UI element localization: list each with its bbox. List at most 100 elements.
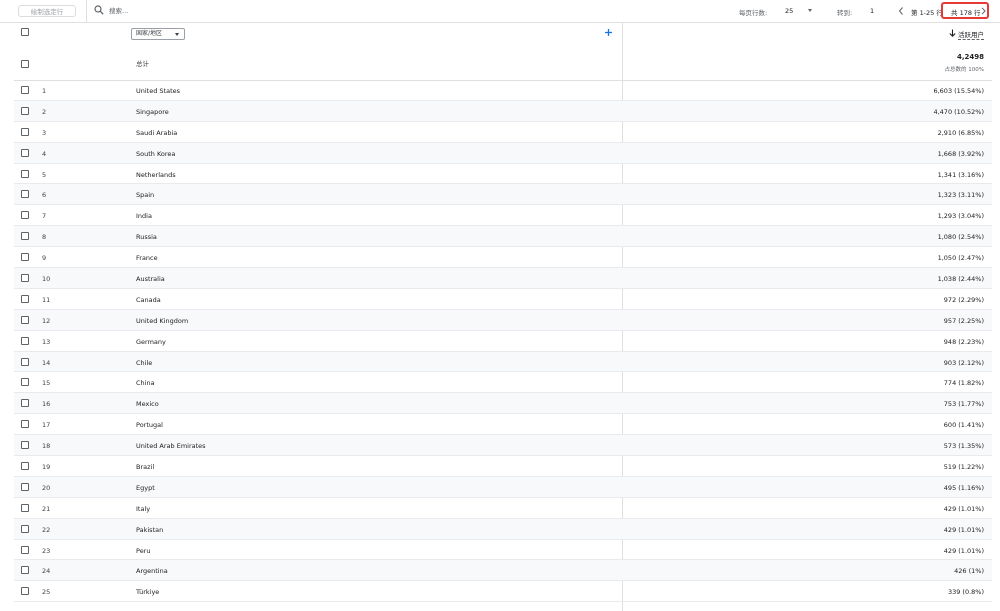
- table-row[interactable]: 3 Saudi Arabia 2,910 (6.85%): [14, 122, 992, 143]
- table-body: 1 United States 6,603 (15.54%) 2 Singapore 4,…: [14, 80, 992, 603]
- row-checkbox[interactable]: [21, 294, 29, 303]
- row-checkbox[interactable]: [21, 545, 29, 554]
- table-row[interactable]: 6 Spain 1,323 (3.11%): [14, 184, 992, 206]
- row-checkbox[interactable]: [21, 378, 29, 387]
- row-checkbox[interactable]: [21, 86, 29, 94]
- row-active-users: 1,038 (2.44%): [937, 275, 984, 284]
- table-row[interactable]: 1 United States 6,603 (15.54%): [14, 80, 992, 101]
- row-checkbox[interactable]: [21, 274, 29, 283]
- row-checkbox[interactable]: [21, 524, 29, 533]
- row-checkbox[interactable]: [21, 148, 29, 157]
- chevron-left-icon[interactable]: [897, 6, 905, 16]
- search-input[interactable]: [109, 4, 309, 17]
- table-row[interactable]: 23 Peru 429 (1.01%): [14, 540, 992, 561]
- row-active-users: 1,323 (3.11%): [937, 191, 984, 200]
- rows-per-page-select[interactable]: 25: [785, 7, 793, 15]
- row-checkbox[interactable]: [21, 503, 29, 512]
- table-row[interactable]: 2 Singapore 4,470 (10.52%): [14, 100, 992, 122]
- row-active-users: 2,910 (6.85%): [937, 128, 984, 137]
- row-number: 18: [42, 442, 51, 451]
- row-active-users: 774 (1.82%): [943, 379, 984, 388]
- table-row[interactable]: 9 France 1,050 (2.47%): [14, 247, 992, 269]
- row-number: 12: [42, 316, 51, 325]
- table-row[interactable]: 16 Mexico 753 (1.77%): [14, 393, 992, 415]
- row-number: 15: [42, 379, 51, 388]
- dimension-select-label: 国家/地区: [136, 30, 163, 37]
- row-country: Spain: [136, 191, 155, 200]
- chevron-right-icon[interactable]: [981, 7, 986, 15]
- row-number: 25: [42, 588, 51, 597]
- table-row[interactable]: 4 South Korea 1,668 (3.92%): [14, 142, 992, 164]
- row-checkbox[interactable]: [21, 462, 29, 471]
- totals-checkbox[interactable]: [21, 60, 29, 68]
- row-active-users: 6,603 (15.54%): [933, 87, 984, 95]
- row-checkbox[interactable]: [21, 336, 29, 345]
- row-checkbox[interactable]: [21, 482, 29, 491]
- row-number: 6: [42, 191, 47, 200]
- table-row[interactable]: 19 Brazil 519 (1.22%): [14, 456, 992, 477]
- row-checkbox[interactable]: [21, 127, 29, 136]
- row-active-users: 1,341 (3.16%): [937, 170, 984, 179]
- table-row[interactable]: 18 United Arab Emirates 573 (1.35%): [14, 435, 992, 457]
- table-row[interactable]: 21 Italy 429 (1.01%): [14, 498, 992, 519]
- row-checkbox[interactable]: [21, 253, 29, 262]
- row-number: 16: [42, 400, 51, 409]
- row-checkbox[interactable]: [21, 420, 29, 429]
- row-number: 13: [42, 337, 51, 346]
- table-row[interactable]: 10 Australia 1,038 (2.44%): [14, 268, 992, 289]
- row-checkbox[interactable]: [21, 211, 29, 220]
- row-checkbox[interactable]: [21, 399, 29, 408]
- row-number: 3: [42, 128, 47, 137]
- table-row[interactable]: 24 Argentina 426 (1%): [14, 560, 992, 582]
- row-country: South Korea: [136, 149, 176, 158]
- plot-rows-button[interactable]: 绘制选定行: [18, 5, 76, 17]
- row-checkbox[interactable]: [21, 315, 29, 324]
- row-active-users: 339 (0.8%): [947, 588, 984, 597]
- row-checkbox[interactable]: [21, 566, 29, 575]
- row-active-users: 495 (1.16%): [943, 483, 984, 492]
- row-checkbox[interactable]: [21, 190, 29, 199]
- row-number: 5: [42, 170, 47, 179]
- row-number: 24: [42, 567, 51, 576]
- page-range-text: 第 1-25 行: [911, 9, 943, 17]
- table-row[interactable]: 14 Chile 903 (2.12%): [14, 351, 992, 373]
- arrow-down-icon[interactable]: [949, 29, 956, 37]
- total-rows-text: 共 178 行: [951, 9, 981, 17]
- metric-header-active-users[interactable]: 活跃用户: [958, 29, 984, 40]
- table-row[interactable]: 12 United Kingdom 957 (2.25%): [14, 309, 992, 331]
- row-active-users: 600 (1.41%): [943, 421, 984, 430]
- row-country: Singapore: [136, 107, 169, 116]
- row-country: India: [136, 212, 152, 221]
- row-checkbox[interactable]: [21, 357, 29, 366]
- row-checkbox[interactable]: [21, 232, 29, 241]
- row-number: 20: [42, 483, 51, 492]
- row-country: Brazil: [136, 463, 155, 472]
- row-active-users: 753 (1.77%): [943, 400, 984, 409]
- table-row[interactable]: 22 Pakistan 429 (1.01%): [14, 518, 992, 540]
- row-active-users: 1,050 (2.47%): [937, 254, 984, 263]
- table-row[interactable]: 8 Russia 1,080 (2.54%): [14, 226, 992, 248]
- table-row[interactable]: 11 Canada 972 (2.29%): [14, 289, 992, 310]
- table-row[interactable]: 17 Portugal 600 (1.41%): [14, 414, 992, 436]
- plus-icon[interactable]: [604, 28, 613, 37]
- row-checkbox[interactable]: [21, 169, 29, 178]
- row-checkbox[interactable]: [21, 106, 29, 115]
- row-country: Saudi Arabia: [136, 128, 178, 137]
- row-checkbox[interactable]: [21, 587, 29, 596]
- table-row[interactable]: 20 Egypt 495 (1.16%): [14, 476, 992, 498]
- table-row[interactable]: 7 India 1,293 (3.04%): [14, 205, 992, 227]
- row-checkbox[interactable]: [21, 441, 29, 450]
- row-country: Germany: [136, 337, 166, 346]
- goto-label: 转到:: [837, 9, 853, 17]
- dimension-select[interactable]: 国家/地区: [131, 28, 185, 40]
- chevron-down-icon[interactable]: [808, 9, 812, 12]
- row-active-users: 1,080 (2.54%): [937, 233, 984, 242]
- table-row[interactable]: 25 Türkiye 339 (0.8%): [14, 581, 992, 603]
- goto-page-input[interactable]: 1: [870, 7, 874, 15]
- row-number: 9: [42, 254, 47, 263]
- table-row[interactable]: 13 Germany 948 (2.23%): [14, 331, 992, 352]
- row-country: Italy: [136, 504, 151, 513]
- header-checkbox[interactable]: [21, 28, 29, 36]
- table-row[interactable]: 15 China 774 (1.82%): [14, 372, 992, 394]
- table-row[interactable]: 5 Netherlands 1,341 (3.16%): [14, 164, 992, 185]
